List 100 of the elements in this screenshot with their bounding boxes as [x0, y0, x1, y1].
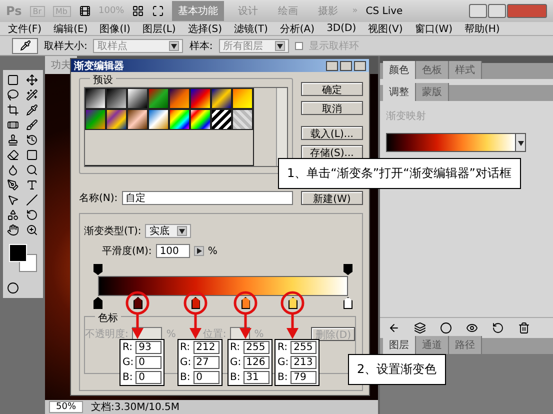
crop-icon[interactable] [6, 104, 19, 116]
channel-label: R: [278, 342, 289, 353]
gradient-preset[interactable] [127, 109, 148, 130]
show-ring-checkbox[interactable] [294, 42, 303, 50]
menu-item[interactable]: 滤镜(T) [234, 22, 268, 36]
menu-item[interactable]: 编辑(E) [54, 22, 88, 36]
pen-icon[interactable] [6, 179, 19, 191]
channel-value: 93 [136, 341, 162, 354]
zoom-field[interactable]: 50% [49, 401, 84, 413]
stops-label: 色标 [95, 311, 121, 325]
dialog-button[interactable]: 取消 [301, 101, 363, 115]
type-select[interactable]: 实底 [145, 224, 192, 238]
back-arrow-icon[interactable] [388, 322, 400, 334]
gradient-preset[interactable] [190, 109, 211, 130]
scrollbar[interactable] [276, 88, 287, 166]
panel-tab[interactable]: 图层 [383, 336, 416, 354]
location-unit: % [254, 328, 264, 340]
menu-item[interactable]: 分析(A) [280, 22, 315, 36]
gradient-preset[interactable] [211, 109, 232, 130]
caret-icon[interactable] [518, 140, 524, 146]
close-button[interactable] [354, 60, 366, 70]
minimize-button[interactable] [469, 4, 487, 18]
dialog-button[interactable]: 确定 [301, 82, 363, 96]
brush-icon[interactable] [26, 119, 38, 131]
dialog-button[interactable]: 存储(S)... [301, 145, 363, 159]
menu-item[interactable]: 3D(D) [326, 23, 356, 34]
magic-wand-icon[interactable] [26, 89, 38, 101]
circle-icon[interactable] [440, 322, 452, 334]
rotate-icon[interactable] [26, 209, 38, 221]
type-icon[interactable] [26, 179, 38, 191]
color-stop[interactable] [134, 297, 142, 309]
caret-icon[interactable] [274, 40, 285, 50]
marquee-icon[interactable] [6, 74, 19, 86]
gradient-preset[interactable] [232, 109, 253, 130]
color-stop[interactable] [191, 297, 200, 309]
maximize-button[interactable] [340, 60, 352, 70]
channel-label: R: [122, 342, 134, 353]
line-icon[interactable] [26, 194, 38, 206]
gradient-bar[interactable] [98, 276, 348, 296]
menu-item[interactable]: 图像(I) [100, 22, 130, 36]
search-icon[interactable] [26, 164, 38, 176]
trash-icon[interactable] [518, 322, 530, 334]
menu-item[interactable]: 窗口(W) [414, 22, 452, 36]
gradient-preset[interactable] [169, 109, 190, 130]
gradient-preset[interactable] [85, 109, 106, 130]
tool-preset-picker[interactable] [12, 38, 38, 54]
menu-item[interactable]: 选择(S) [188, 22, 222, 36]
quick-mask-icon[interactable] [6, 282, 19, 294]
gradient-map-picker[interactable] [386, 133, 526, 152]
play-icon[interactable] [194, 246, 204, 256]
channel-value: 79 [290, 371, 317, 384]
layers-icon[interactable] [414, 322, 426, 334]
name-field[interactable]: 自定 [122, 191, 293, 205]
caret-icon[interactable] [169, 40, 180, 50]
menu-item[interactable]: 图层(L) [142, 22, 176, 36]
hand-icon[interactable] [6, 224, 19, 236]
color-stop[interactable] [94, 297, 102, 309]
bandage-icon[interactable] [6, 119, 19, 131]
eyedropper-icon[interactable] [26, 104, 38, 116]
drop-icon[interactable] [6, 164, 19, 176]
history-brush-icon[interactable] [26, 134, 38, 146]
gradient-preset[interactable] [148, 109, 169, 130]
minimize-button[interactable] [326, 60, 338, 70]
gradient-preset[interactable] [85, 88, 106, 109]
gradient-preset[interactable] [232, 88, 253, 109]
zoom-icon[interactable] [26, 224, 38, 236]
new-button[interactable]: 新建(W) [301, 191, 363, 205]
lasso-icon[interactable] [6, 89, 19, 101]
menu-item[interactable]: 帮助(H) [464, 22, 500, 36]
panel-tab[interactable]: 调整 [383, 83, 416, 101]
gradient-preset[interactable] [190, 88, 211, 109]
gradient-preset[interactable] [127, 88, 148, 109]
shapes-icon[interactable] [6, 209, 19, 221]
menu-item[interactable]: 文件(F) [8, 22, 42, 36]
eraser-icon[interactable] [6, 149, 19, 161]
stamp-icon[interactable] [6, 134, 19, 146]
color-stop[interactable] [344, 297, 352, 309]
menu-item[interactable]: 视图(V) [368, 22, 403, 36]
gradient-preset[interactable] [211, 88, 232, 109]
eye-icon[interactable] [466, 322, 478, 334]
screen-mode-icon[interactable] [78, 5, 90, 17]
gradient-preset[interactable] [169, 88, 190, 109]
pointer-icon[interactable] [6, 194, 19, 206]
opacity-stop[interactable] [344, 264, 352, 275]
opacity-stop[interactable] [94, 264, 102, 275]
gradient-preset[interactable] [106, 88, 127, 109]
frame-icon[interactable] [152, 5, 164, 17]
channel-value: 0 [193, 371, 220, 384]
cs-live-button[interactable]: CS Live [366, 6, 403, 16]
move-icon[interactable] [26, 74, 38, 86]
gradient-preset[interactable] [106, 109, 127, 130]
color-stop[interactable] [241, 297, 250, 309]
caret-icon[interactable] [177, 226, 188, 236]
dialog-button[interactable]: 载入(L)... [301, 126, 363, 140]
panel-tab[interactable]: 颜色 [383, 61, 416, 79]
reset-icon[interactable] [492, 322, 504, 334]
maximize-button[interactable] [488, 4, 506, 18]
color-stop[interactable] [288, 297, 298, 309]
smoothness-field[interactable]: 100 [156, 244, 190, 258]
arrange-icon[interactable] [132, 5, 144, 17]
